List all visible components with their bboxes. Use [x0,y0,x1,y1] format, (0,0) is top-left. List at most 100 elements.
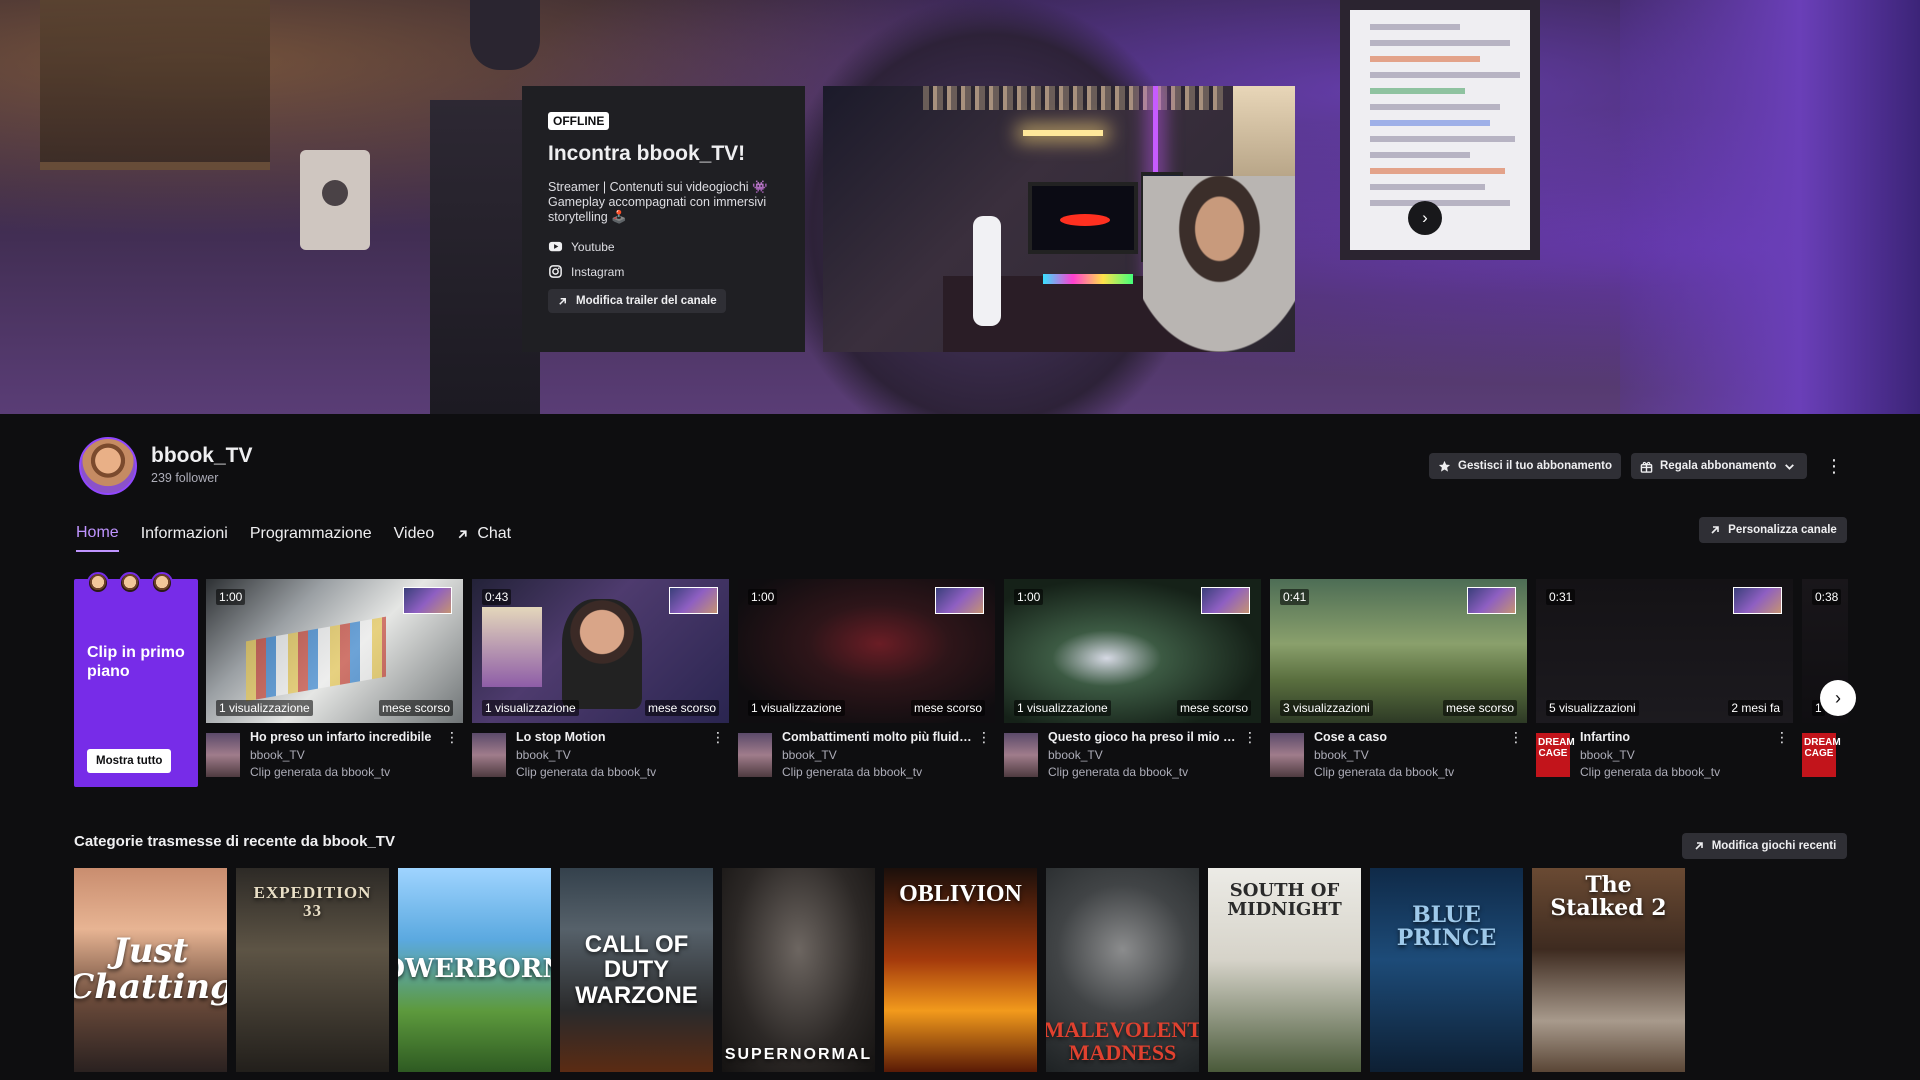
clip-card[interactable]: 0:41 3 visualizzazioni mese scorso Cose … [1270,579,1527,789]
category-name: CALL OF DUTY WARZONE [575,931,698,1009]
clips-next-button[interactable]: › [1820,680,1856,716]
category-name: Just Chatting [74,931,227,1007]
channel-tabs: Home Informazioni Programmazione Video C… [76,524,511,552]
game-box-art[interactable] [1536,733,1570,777]
clip-title[interactable]: Infartino [1580,730,1770,744]
more-options-icon[interactable]: ⋮ [977,729,991,746]
clip-title[interactable]: Cose a caso [1314,730,1504,744]
show-all-button[interactable]: Mostra tutto [87,749,172,773]
more-options-icon[interactable]: ⋮ [1775,729,1789,746]
video-console-art [973,216,1001,326]
category-cover[interactable]: The Stalked 2 [1532,868,1685,1072]
offline-badge: OFFLINE [548,112,610,130]
game-box-art[interactable] [1802,733,1836,777]
more-options-icon[interactable]: ⋮ [1509,729,1523,746]
clip-thumbnail[interactable]: 1:00 1 visualizzazione mese scorso [738,579,995,723]
clip-card[interactable]: 0:43 1 visualizzazione mese scorso Lo st… [472,579,729,789]
clip-card[interactable]: 1:00 1 visualizzazione mese scorso Quest… [1004,579,1261,789]
more-options-icon[interactable]: ⋮ [445,729,459,746]
social-link-label: Youtube [571,239,615,254]
clip-thumbnail[interactable]: 1:00 1 visualizzazione mese scorso [1004,579,1261,723]
game-box-art[interactable] [1004,733,1038,777]
card-title: Incontra bbook_TV! [548,142,746,165]
recent-categories-title: Categorie trasmesse di recente da bbook_… [74,833,395,850]
category-cover[interactable]: Just Chatting [74,868,227,1072]
more-options-icon[interactable]: ⋮ [1243,729,1257,746]
category-cover[interactable]: TOWERBORNE [398,868,551,1072]
clip-card[interactable]: 1:00 1 visualizzazione mese scorso Comba… [738,579,995,789]
clip-credit: Clip generata da bbook_tv [250,765,391,779]
channel-name[interactable]: bbook_TV [151,444,253,468]
clip-thumbnail[interactable]: 0:43 1 visualizzazione mese scorso [472,579,729,723]
clip-duration: 0:38 [1812,589,1842,605]
featured-clips-card[interactable]: Clip in primo piano Mostra tutto [74,572,198,787]
category-cover[interactable]: EXPEDITION 33 [236,868,389,1072]
more-options-icon[interactable]: ⋮ [1823,453,1845,479]
category-cover[interactable]: CALL OF DUTY WARZONE [560,868,713,1072]
clip-duration: 0:41 [1280,589,1310,605]
game-box-art[interactable] [738,733,772,777]
clip-channel[interactable]: bbook_TV [1048,748,1103,762]
manage-subscription-button[interactable]: Gestisci il tuo abbonamento [1429,453,1621,479]
tab-home[interactable]: Home [76,524,119,552]
gift-subscription-button[interactable]: Regala abbonamento [1631,453,1807,479]
webcam-overlay [935,587,984,614]
edit-trailer-button[interactable]: Modifica trailer del canale [548,289,726,313]
clip-title[interactable]: Combattimenti molto più fluidi... [782,730,972,744]
game-box-art[interactable] [472,733,506,777]
webcam-overlay [669,587,718,614]
personalize-channel-label: Personalizza canale [1728,524,1837,536]
webcam-overlay [1201,587,1250,614]
clip-title[interactable]: Ho preso un infarto incredibile [250,730,440,744]
external-arrow-icon [1711,526,1719,534]
clip-duration: 1:00 [1014,589,1044,605]
external-arrow-icon [458,529,467,538]
youtube-icon [548,241,563,252]
social-link-instagram[interactable]: Instagram [548,264,779,279]
more-options-icon[interactable]: ⋮ [711,729,725,746]
tab-video[interactable]: Video [394,524,435,552]
clip-channel[interactable]: bbook_TV [250,748,305,762]
offline-info-card: OFFLINE Incontra bbook_TV! Streamer | Co… [522,86,805,352]
clip-duration: 1:00 [216,589,246,605]
clip-meta: Cose a caso bbook_TV Clip generata da bb… [1270,729,1527,794]
channel-avatar[interactable] [79,437,137,495]
banner-next-button[interactable]: › [1408,201,1442,235]
game-box-art[interactable] [1270,733,1304,777]
category-name: SUPERNORMAL [724,1046,873,1064]
external-arrow-icon [1695,842,1703,850]
clip-age: mese scorso [910,700,985,716]
clip-channel[interactable]: bbook_TV [516,748,571,762]
clip-meta: Lo stop Motion bbook_TV Clip generata da… [472,729,729,794]
clip-thumbnail[interactable]: 1:00 1 visualizzazione mese scorso [206,579,463,723]
clip-channel[interactable]: bbook_TV [1580,748,1635,762]
clip-channel[interactable]: bbook_TV [782,748,837,762]
category-cover[interactable]: SUPERNORMAL [722,868,875,1072]
social-link-youtube[interactable]: Youtube [548,239,779,254]
clip-title[interactable]: Questo gioco ha preso il mio c... [1048,730,1238,744]
social-link-label: Instagram [571,264,625,279]
clip-title[interactable]: Lo stop Motion [516,730,706,744]
clip-meta: Questo gioco ha preso il mio c... bbook_… [1004,729,1261,794]
clip-meta [1802,730,1848,789]
clip-thumbnail[interactable]: 0:31 5 visualizzazioni 2 mesi fa [1536,579,1793,723]
category-cover[interactable]: MALEVOLENT MADNESS [1046,868,1199,1072]
game-box-art[interactable] [206,733,240,777]
clip-card[interactable]: 1:00 1 visualizzazione mese scorso Ho pr… [206,579,463,789]
category-cover[interactable]: SOUTH OF MIDNIGHT [1208,868,1361,1072]
clip-channel[interactable]: bbook_TV [1314,748,1369,762]
clip-credit: Clip generata da bbook_tv [1580,765,1721,779]
external-arrow-icon [559,297,566,305]
channel-trailer-video[interactable] [823,86,1295,352]
tab-label: Programmazione [249,525,372,542]
clip-card[interactable]: 0:31 5 visualizzazioni 2 mesi fa Infarti… [1536,579,1793,789]
clip-age: 2 mesi fa [1728,700,1783,716]
category-cover[interactable]: BLUE PRINCE [1370,868,1523,1072]
tab-programmazione[interactable]: Programmazione [250,524,372,552]
category-cover[interactable]: OBLIVION [884,868,1037,1072]
clip-thumbnail[interactable]: 0:41 3 visualizzazioni mese scorso [1270,579,1527,723]
tab-informazioni[interactable]: Informazioni [141,524,228,552]
personalize-channel-button[interactable]: Personalizza canale [1699,517,1847,543]
tab-chat[interactable]: Chat [456,524,511,552]
edit-recent-games-button[interactable]: Modifica giochi recenti [1682,833,1847,859]
